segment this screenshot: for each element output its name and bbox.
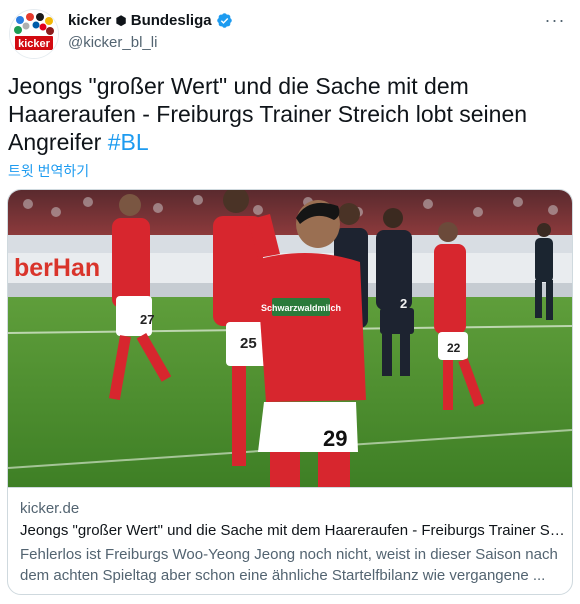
card-description: Fehlerlos ist Freiburgs Woo-Yeong Jeong …: [20, 546, 558, 584]
card-title: Jeongs "großer Wert" und die Sache mit d…: [20, 522, 565, 539]
jersey-number-25: 25: [240, 335, 257, 352]
tweet-text: Jeongs "großer Wert" und die Sache mit d…: [8, 72, 568, 156]
jersey-number-27: 27: [140, 312, 154, 327]
jersey-number-22: 22: [447, 341, 461, 355]
avatar-logo-text: kicker: [18, 38, 51, 50]
user-handle[interactable]: @kicker_bl_li: [68, 34, 157, 51]
display-name-suffix: Bundesliga: [130, 12, 212, 29]
tweet-header: kicker kicker ⬢ Bundesliga @kicker_bl_li…: [0, 0, 580, 62]
jersey-number-29: 29: [323, 426, 347, 451]
hashtag-link[interactable]: #BL: [108, 129, 149, 155]
football-photo: berHan 22 2 27 25 Schwarzwaldmilch 29: [8, 190, 572, 487]
translate-tweet-link[interactable]: 트윗 번역하기: [8, 161, 89, 181]
ad-board-text: berHan: [14, 254, 100, 282]
card-domain: kicker.de: [20, 500, 80, 517]
card-image[interactable]: berHan 22 2 27 25 Schwarzwaldmilch 29: [8, 190, 572, 487]
kicker-logo-icon: kicker: [10, 10, 58, 58]
link-card[interactable]: berHan 22 2 27 25 Schwarzwaldmilch 29 ki…: [7, 189, 573, 595]
avatar[interactable]: kicker: [9, 9, 59, 59]
card-info[interactable]: kicker.de Jeongs "großer Wert" und die S…: [8, 487, 572, 594]
hexagon-icon: ⬢: [115, 12, 127, 28]
display-name-text: kicker: [68, 12, 112, 29]
more-options-icon[interactable]: ···: [540, 10, 570, 30]
display-name[interactable]: kicker ⬢ Bundesliga: [68, 12, 233, 29]
verified-badge-icon: [216, 12, 233, 29]
tweet-body: Jeongs "großer Wert" und die Sache mit d…: [8, 73, 528, 155]
jersey-number-2: 2: [400, 296, 407, 311]
sponsor-text: Schwarzwaldmilch: [261, 303, 341, 313]
